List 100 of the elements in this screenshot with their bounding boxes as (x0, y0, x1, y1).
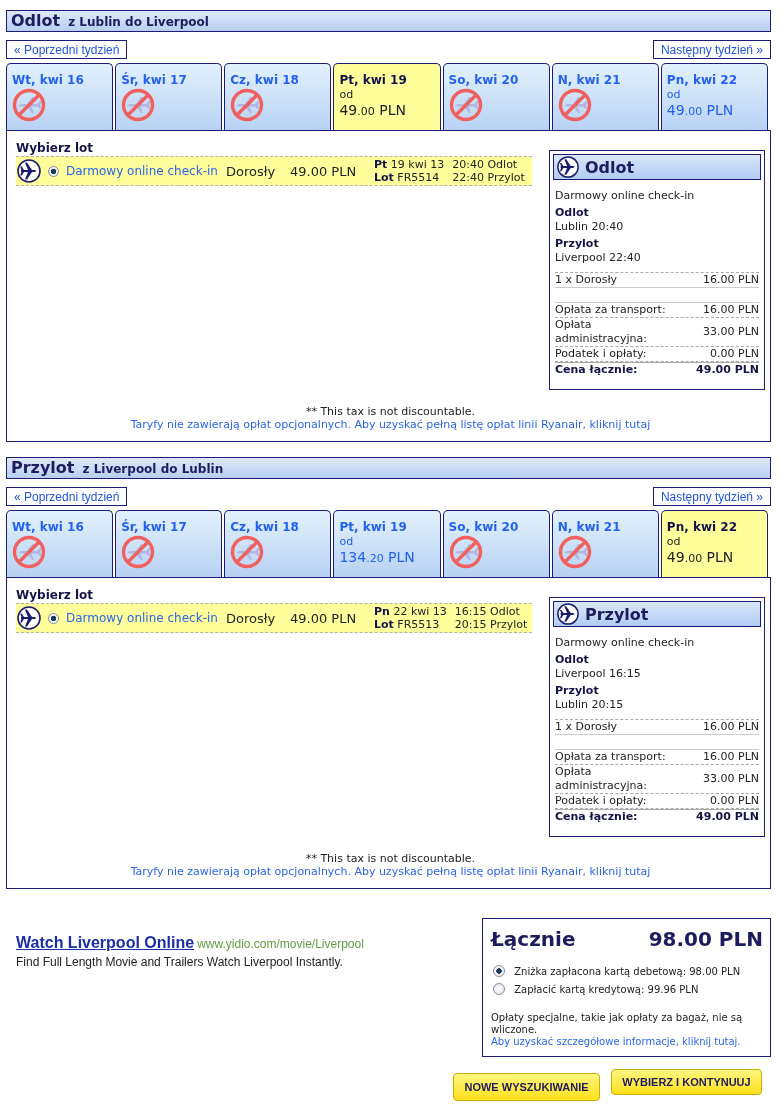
fares-info-link[interactable]: Taryfy nie zawierają opłat opcjonalnych. Aby uzyskać pełną listę opłat linii Ryanair, kliknij tutaj (130, 865, 651, 878)
leg-value: Liverpool 22:40 (555, 251, 642, 265)
leg-label: Odlot (555, 653, 590, 667)
flight-row[interactable]: Darmowy online check-in Dorosły 49.00 PLN Pn 22 kwi 13 Lot FR5513 16:15 Odlot 20:15 Przylot (16, 603, 532, 633)
tab-price: 134.20 PLN (339, 549, 415, 565)
previous-week-button[interactable]: « Poprzedni tydzień (6, 487, 128, 506)
leg-value: Lublin 20:15 (555, 698, 625, 712)
total-amount: 49.00 PLN (696, 363, 759, 377)
fee-amount: 0.00 PLN (710, 347, 759, 361)
checkin-text: Darmowy online check-in (555, 636, 696, 650)
date-tab[interactable]: Pn, kwi 22 od 49.00 PLN (660, 510, 768, 577)
summary-title: Przylot (585, 604, 649, 624)
date-tab[interactable]: So, kwi 20 (442, 63, 550, 130)
total-label: Cena łącznie: (555, 363, 638, 377)
next-week-button[interactable]: Następny tydzień » (652, 487, 771, 506)
action-button[interactable]: WYBIERZ I KONTYNUUJ (611, 1069, 762, 1095)
summary-title: Odlot (585, 157, 635, 177)
no-flight-icon (557, 88, 592, 122)
departure-time: 20:40 Odlot (452, 158, 519, 171)
passenger-type: Dorosły (226, 163, 277, 179)
airplane-icon (17, 159, 41, 183)
checkin-text: Darmowy online check-in (555, 189, 696, 203)
grand-total-amount: 98.00 PLN (648, 927, 763, 951)
leg-value: Liverpool 16:15 (555, 667, 642, 681)
checkin-link[interactable]: Darmowy online check-in (66, 164, 222, 178)
date-tab[interactable]: Cz, kwi 18 (224, 510, 332, 577)
fee-label: Podatek i opłaty: (555, 794, 647, 808)
route-text: z Liverpool do Lublin (82, 462, 224, 476)
fee-label: Opłata za transport: (555, 750, 666, 764)
date-tab[interactable]: Cz, kwi 18 (224, 63, 332, 130)
date-tab[interactable]: Pt, kwi 19 od 49.00 PLN (333, 63, 441, 130)
fee-amount: 33.00 PLN (703, 772, 759, 786)
ad-title-link[interactable]: Watch Liverpool Online (16, 934, 195, 951)
date-tab[interactable]: Śr, kwi 17 (115, 63, 223, 130)
checkin-link[interactable]: Darmowy online check-in (66, 611, 222, 625)
date-tab[interactable]: Pn, kwi 22 od 49.00 PLN (660, 63, 768, 130)
fee-label: Podatek i opłaty: (555, 347, 647, 361)
leg-label: Przylot (555, 237, 600, 251)
leg-value: Lublin 20:40 (555, 220, 625, 234)
arrival-time: 20:15 Przylot (454, 618, 528, 631)
date-tab[interactable]: N, kwi 21 (551, 510, 659, 577)
next-week-button[interactable]: Następny tydzień » (652, 40, 771, 59)
fee-amount: 0.00 PLN (710, 794, 759, 808)
passenger-amount: 16.00 PLN (703, 273, 759, 287)
choose-flight-heading: Wybierz lot (16, 588, 95, 602)
from-label: od (666, 535, 681, 548)
tab-price: 49.00 PLN (666, 549, 734, 565)
flight-date: Pn 22 kwi 13 (374, 605, 447, 618)
no-flight-icon (230, 88, 265, 122)
choose-flight-heading: Wybierz lot (16, 141, 95, 155)
route-text: z Lublin do Liverpool (68, 15, 209, 29)
date-tab[interactable]: Śr, kwi 17 (115, 510, 223, 577)
no-flight-icon (121, 88, 156, 122)
date-tab[interactable]: Wt, kwi 16 (6, 63, 114, 130)
date-tab[interactable]: Wt, kwi 16 (6, 510, 114, 577)
total-amount: 49.00 PLN (696, 810, 759, 824)
date-tab[interactable]: N, kwi 21 (551, 63, 659, 130)
fee-amount: 33.00 PLN (703, 325, 759, 339)
flight-date: Pt 19 kwi 13 (374, 158, 445, 171)
no-flight-icon (230, 535, 265, 569)
details-link[interactable]: Aby uzyskać szczegółowe informacje, kliknij tutaj. (491, 1036, 741, 1047)
action-button[interactable]: NOWE WYSZUKIWANIE (453, 1073, 600, 1101)
no-flight-icon (557, 535, 592, 569)
fee-label: Opłata administracyjna: (555, 765, 648, 793)
flight-number: Lot FR5514 (374, 171, 441, 184)
no-flight-icon (121, 535, 156, 569)
tax-note: ** This tax is not discountable. (304, 405, 477, 418)
no-flight-icon (12, 88, 46, 122)
leg-label: Odlot (555, 206, 590, 220)
fee-label: Opłata za transport: (555, 303, 666, 317)
date-tab[interactable]: Pt, kwi 19 od 134.20 PLN (333, 510, 441, 577)
fares-info-link[interactable]: Taryfy nie zawierają opłat opcjonalnych. Aby uzyskać pełną listę opłat linii Ryanair, kliknij tutaj (130, 418, 651, 431)
previous-week-button[interactable]: « Poprzedni tydzień (6, 40, 128, 59)
flight-number: Lot FR5513 (374, 618, 441, 631)
radio-button[interactable] (48, 612, 59, 624)
payment-option-label: Zapłacić kartą kredytową: 99.96 PLN (514, 984, 699, 995)
ad-url-text: www.yidio.com/movie/Liverpool (197, 937, 364, 951)
arrival-time: 22:40 Przylot (452, 171, 525, 184)
passenger-amount: 16.00 PLN (703, 720, 759, 734)
departure-time: 16:15 Odlot (454, 605, 521, 618)
leg-label: Przylot (555, 684, 600, 698)
flight-row[interactable]: Darmowy online check-in Dorosły 49.00 PLN Pt 19 kwi 13 Lot FR5514 20:40 Odlot 22:40 Przylot (16, 156, 532, 186)
tax-note: ** This tax is not discountable. (304, 852, 477, 865)
section-title: Odlot (11, 11, 61, 31)
fee-label: Opłata administracyjna: (555, 318, 648, 346)
tab-price: 49.00 PLN (666, 102, 734, 118)
date-tab[interactable]: So, kwi 20 (442, 510, 550, 577)
no-flight-icon (12, 535, 46, 569)
from-label: od (339, 88, 354, 101)
from-label: od (666, 88, 681, 101)
fee-amount: 16.00 PLN (703, 303, 759, 317)
radio-button[interactable] (493, 965, 505, 977)
payment-option-label: Zniżka zapłacona kartą debetową: 98.00 PLN (514, 966, 741, 977)
no-flight-icon (448, 88, 483, 122)
radio-button[interactable] (493, 983, 505, 995)
ad-description: Find Full Length Movie and Trailers Watch Liverpool Instantly. (16, 955, 344, 969)
radio-button[interactable] (48, 165, 59, 177)
section-title: Przylot (11, 458, 75, 478)
fees-note: Opłaty specjalne, takie jak opłaty za bagaż, nie są wliczone. Aby uzyskać szczegółowe informacje, kliknij tutaj. (491, 1012, 744, 1048)
passenger-type: Dorosły (226, 610, 277, 626)
